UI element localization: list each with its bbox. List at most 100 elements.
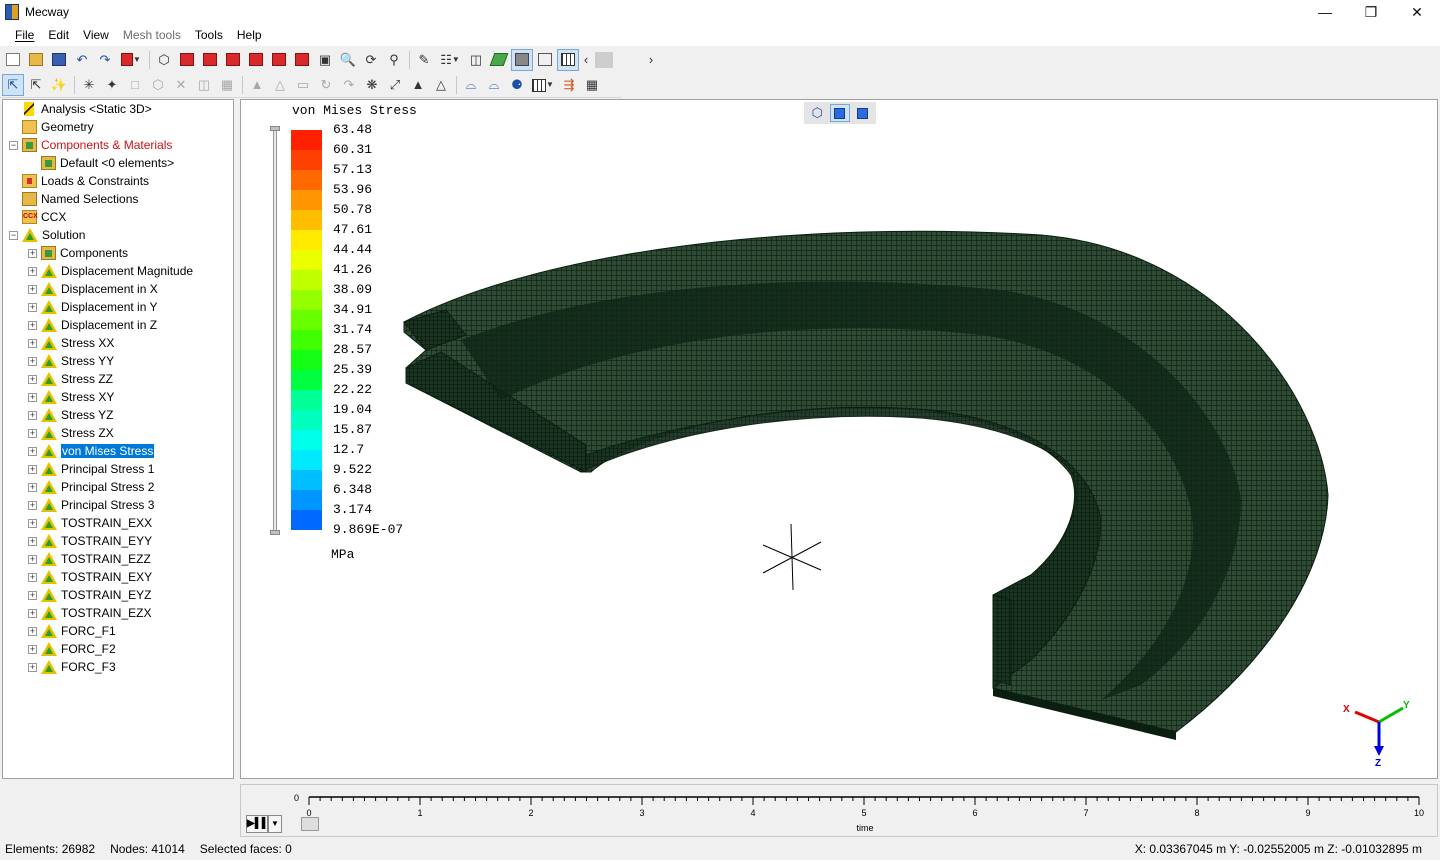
3d-viewport[interactable]: von Mises Stress 63.48 60.31 57.13 53.96 50.…	[240, 99, 1438, 779]
expand-icon[interactable]: +	[28, 284, 37, 294]
tree-item[interactable]: − Solution	[9, 226, 85, 244]
scroll-right-button[interactable]: ›	[645, 49, 657, 71]
section-view-button[interactable]: ✎	[413, 49, 435, 71]
menu-tools[interactable]: Tools	[188, 24, 230, 46]
tree-item[interactable]: + Stress ZX	[28, 424, 114, 442]
revolve-button[interactable]: ↻	[315, 74, 337, 96]
view-right-button[interactable]	[245, 49, 267, 71]
redo-button[interactable]: ↷	[94, 49, 116, 71]
expand-icon[interactable]: +	[28, 518, 37, 528]
expand-icon[interactable]: +	[28, 590, 37, 600]
tree-item[interactable]: + TOSTRAIN_EYZ	[28, 586, 151, 604]
table-button[interactable]: ▦	[581, 74, 603, 96]
expand-icon[interactable]: +	[28, 554, 37, 564]
cube-button[interactable]: ⬡	[147, 74, 169, 96]
expand-icon[interactable]: +	[28, 392, 37, 402]
menu-edit[interactable]: Edit	[41, 24, 76, 46]
select-tool-button[interactable]: ⇱	[2, 74, 24, 96]
expand-icon[interactable]: +	[28, 500, 37, 510]
mirror-button[interactable]: ◫	[193, 74, 215, 96]
menu-mesh-tools[interactable]: Mesh tools	[116, 24, 188, 46]
tree-item[interactable]: Named Selections	[9, 190, 138, 208]
select-node-button[interactable]: ⇱	[25, 74, 47, 96]
expand-icon[interactable]: +	[28, 410, 37, 420]
view-top-button[interactable]	[268, 49, 290, 71]
mesh-canvas[interactable]	[241, 100, 1437, 778]
expand-icon[interactable]: +	[28, 608, 37, 618]
expand-icon[interactable]: +	[28, 644, 37, 654]
rotate-button[interactable]: ⟳	[360, 49, 382, 71]
new-file-button[interactable]	[2, 49, 24, 71]
tree-item[interactable]: + TOSTRAIN_EYY	[28, 532, 152, 550]
expand-icon[interactable]: +	[28, 374, 37, 384]
tree-item[interactable]: + Stress ZZ	[28, 370, 113, 388]
tree-item[interactable]: Geometry	[9, 118, 94, 136]
tree-item[interactable]: Loads & Constraints	[9, 172, 149, 190]
shaded-view-button[interactable]	[511, 48, 533, 71]
cylinder-button[interactable]: ▭	[292, 74, 314, 96]
tree-item[interactable]: + FORC_F1	[28, 622, 116, 640]
view-bottom-button[interactable]	[291, 49, 313, 71]
tree-item[interactable]: + Displacement in Z	[28, 316, 157, 334]
menu-file[interactable]: File	[8, 24, 41, 46]
minimize-button[interactable]: —	[1302, 0, 1348, 24]
expand-icon[interactable]: +	[28, 356, 37, 366]
triangle-tool-button[interactable]: ▲	[407, 74, 429, 96]
toolbar-scroll[interactable]	[595, 50, 643, 69]
mesh-view-button[interactable]	[557, 48, 579, 71]
expand-icon[interactable]: +	[28, 320, 37, 330]
sweep-button[interactable]: ↷	[338, 74, 360, 96]
tree-item[interactable]: CCX CCX	[9, 208, 66, 226]
zoom-fit-button[interactable]: ▣	[314, 49, 336, 71]
tree-item[interactable]: + Principal Stress 1	[28, 460, 154, 478]
undo-button[interactable]: ↶	[71, 49, 93, 71]
tree-item[interactable]: + TOSTRAIN_EXY	[28, 568, 152, 586]
tree-item[interactable]: + Components	[28, 244, 128, 262]
menu-view[interactable]: View	[76, 24, 116, 46]
move-nodes-button[interactable]: ⤢	[384, 74, 406, 96]
tree-item[interactable]: + FORC_F3	[28, 658, 116, 676]
merge-button[interactable]: ▲	[246, 74, 268, 96]
expand-icon[interactable]: +	[28, 662, 37, 672]
maximize-button[interactable]: ❐	[1348, 0, 1394, 24]
triangle-outline-button[interactable]: △	[430, 74, 452, 96]
tree-item[interactable]: + Displacement in Y	[28, 298, 158, 316]
mesh-refine-button[interactable]: ▼	[529, 74, 557, 96]
tree-item[interactable]: + Stress XX	[28, 334, 114, 352]
expand-icon[interactable]: +	[28, 572, 37, 582]
tree-item[interactable]: + Stress XY	[28, 388, 114, 406]
tree-item[interactable]: Analysis <Static 3D>	[9, 100, 152, 118]
tree-item[interactable]: + von Mises Stress	[28, 442, 155, 460]
tree-item[interactable]: + Stress YZ	[28, 406, 113, 424]
tree-item[interactable]: + Principal Stress 2	[28, 478, 154, 496]
expand-icon[interactable]: +	[28, 482, 37, 492]
close-button[interactable]: ✕	[1394, 0, 1440, 24]
expand-icon[interactable]: +	[28, 428, 37, 438]
tree-item[interactable]: Default <0 elements>	[28, 154, 174, 172]
tree-item[interactable]: + Principal Stress 3	[28, 496, 154, 514]
curve-tool-button[interactable]: ⌓	[460, 74, 482, 96]
expand-icon[interactable]: +	[28, 248, 37, 258]
explode-button[interactable]: ✳	[78, 74, 100, 96]
surface-tool-button[interactable]: ⌓	[483, 74, 505, 96]
delete-button[interactable]: ✕	[170, 74, 192, 96]
expand-icon[interactable]: +	[28, 266, 37, 276]
tree-item[interactable]: + Displacement in X	[28, 280, 158, 298]
display-options-button[interactable]: ☷ ▼	[436, 49, 464, 71]
split-button[interactable]: △	[269, 74, 291, 96]
view-back-button[interactable]	[199, 49, 221, 71]
wireframe-view-button[interactable]: ⬡	[153, 49, 175, 71]
tree-item[interactable]: + TOSTRAIN_EZZ	[28, 550, 151, 568]
toolbar-scroll-thumb[interactable]	[595, 51, 613, 68]
shell-tool-button[interactable]: ⚈	[506, 74, 528, 96]
expand-icon[interactable]: +	[28, 302, 37, 312]
transparent-view-button[interactable]	[534, 49, 556, 71]
tree-item[interactable]: + Displacement Magnitude	[28, 262, 193, 280]
expand-icon[interactable]: +	[28, 626, 37, 636]
tree-item[interactable]: + TOSTRAIN_EXX	[28, 514, 152, 532]
play-pause-button[interactable]: ▶▌▌	[246, 815, 269, 833]
expand-icon[interactable]: +	[28, 464, 37, 474]
mesh-action-button[interactable]: ✦	[101, 74, 123, 96]
open-file-button[interactable]	[25, 49, 47, 71]
extrude-button[interactable]: ▦	[216, 74, 238, 96]
